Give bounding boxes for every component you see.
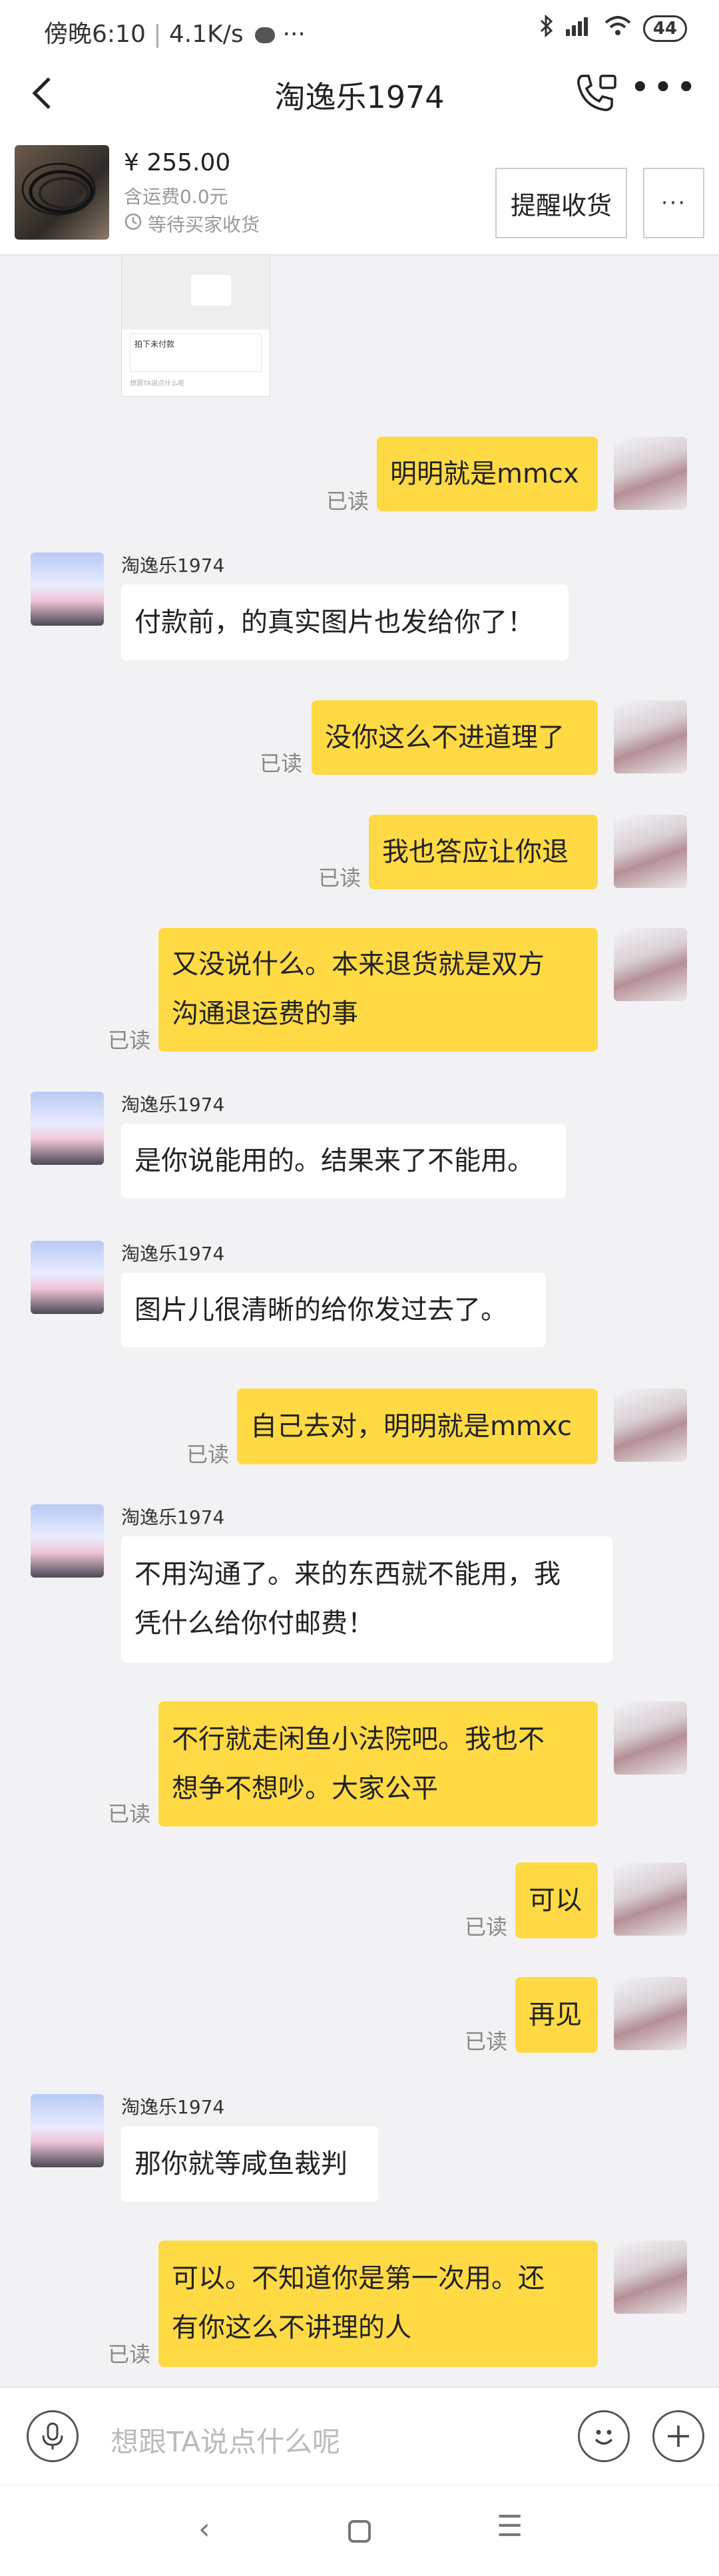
read-status: 已读 xyxy=(108,1801,151,1826)
input-bar: 想跟TA说点什么呢 xyxy=(0,2386,719,2485)
clock-icon xyxy=(124,212,142,236)
my-avatar[interactable] xyxy=(614,700,687,773)
order-status-text: 等待买家收货 xyxy=(148,214,260,236)
screenshot-message[interactable]: 拍下未付款 想跟TA说点什么呢 xyxy=(121,254,270,397)
message-line: 凭什么给你付邮费！ xyxy=(134,1608,374,1639)
read-status: 已读 xyxy=(108,1028,151,1053)
wechat-icon xyxy=(255,27,276,43)
microphone-icon xyxy=(42,2422,63,2450)
my-avatar[interactable] xyxy=(614,815,687,888)
sender-name: 淘逸乐1974 xyxy=(121,1506,225,1528)
seller-avatar[interactable] xyxy=(31,1092,104,1165)
screenshot-image-area xyxy=(122,255,270,329)
plus-icon xyxy=(668,2426,689,2447)
sender-name: 淘逸乐1974 xyxy=(121,2096,225,2118)
order-status: 等待买家收货 xyxy=(124,210,260,237)
screenshot-thumb xyxy=(191,275,231,306)
read-status: 已读 xyxy=(186,1442,230,1467)
message-bubble-other[interactable]: 图片儿很清晰的给你发过去了。 xyxy=(121,1273,546,1347)
smiley-icon xyxy=(595,2430,613,2445)
message-bubble-me[interactable]: 再见 xyxy=(515,1977,598,2053)
message-line: 有你这么不讲理的人 xyxy=(172,2312,411,2343)
add-attachment-button[interactable] xyxy=(652,2410,704,2462)
battery-icon: 44 xyxy=(642,15,687,42)
seller-avatar[interactable] xyxy=(31,1504,104,1578)
my-avatar[interactable] xyxy=(614,928,687,1001)
message-bubble-me[interactable]: 我也答应让你退 xyxy=(369,815,598,889)
system-nav-bar: ‹ ☰ xyxy=(0,2485,719,2576)
message-bubble-other[interactable]: 不用沟通了。来的东西就不能用，我 凭什么给你付邮费！ xyxy=(121,1536,612,1663)
read-status: 已读 xyxy=(465,1914,508,1940)
product-thumbnail[interactable] xyxy=(15,145,109,240)
message-line: 可以。不知道你是第一次用。还 xyxy=(172,2263,545,2294)
message-bubble-me[interactable]: 自己去对，明明就是mmxc xyxy=(237,1389,598,1464)
my-avatar[interactable] xyxy=(614,1977,687,2050)
sender-name: 淘逸乐1974 xyxy=(121,1094,225,1116)
message-line: 不用沟通了。来的东西就不能用，我 xyxy=(134,1559,561,1590)
seller-avatar[interactable] xyxy=(31,1241,104,1314)
status-left: 傍晚6:10 | 4.1K/s ··· xyxy=(44,21,306,48)
phone-icon xyxy=(577,75,616,111)
message-input[interactable]: 想跟TA说点什么呢 xyxy=(111,2420,340,2460)
read-status: 已读 xyxy=(260,751,303,776)
status-right: 44 xyxy=(539,14,687,43)
message-line: 又没说什么。本来退货就是双方 xyxy=(172,949,545,980)
message-bubble-me[interactable]: 可以 xyxy=(515,1862,598,1938)
message-bubble-me[interactable]: 没你这么不进道理了 xyxy=(312,700,598,775)
call-button[interactable] xyxy=(573,69,619,118)
message-line: 想争不想吵。大家公平 xyxy=(172,1773,438,1804)
my-avatar[interactable] xyxy=(614,437,687,510)
emoji-button[interactable] xyxy=(578,2410,630,2462)
read-status: 已读 xyxy=(108,2342,151,2367)
shipping-info: 含运费0.0元 xyxy=(124,186,228,208)
nav-menu-button[interactable]: ☰ xyxy=(497,2509,523,2543)
message-bubble-other[interactable]: 那你就等咸鱼裁判 xyxy=(121,2126,378,2202)
status-more: ··· xyxy=(282,21,306,48)
voice-button[interactable] xyxy=(27,2410,79,2462)
wifi-icon xyxy=(604,16,631,41)
message-bubble-other[interactable]: 是你说能用的。结果来了不能用。 xyxy=(121,1124,566,1198)
bluetooth-icon xyxy=(539,14,554,43)
seller-avatar[interactable] xyxy=(31,2094,104,2167)
message-bubble-other[interactable]: 付款前，的真实图片也发给你了！ xyxy=(121,584,569,660)
message-bubble-me[interactable]: 明明就是mmcx xyxy=(377,437,598,511)
read-status: 已读 xyxy=(326,489,369,514)
sender-name: 淘逸乐1974 xyxy=(121,554,225,576)
title-bar: 淘逸乐1974 ••• xyxy=(0,61,719,129)
more-options-button[interactable]: ••• xyxy=(630,68,699,108)
status-speed: 4.1K/s xyxy=(168,21,244,48)
message-line: 沟通退运费的事 xyxy=(172,998,358,1029)
my-avatar[interactable] xyxy=(614,2241,687,2314)
remind-receipt-button[interactable]: 提醒收货 xyxy=(495,168,627,238)
signal-icon xyxy=(565,16,593,41)
cable-image xyxy=(21,162,96,216)
read-status: 已读 xyxy=(318,865,361,891)
status-bar: 傍晚6:10 | 4.1K/s ··· 44 xyxy=(0,0,719,61)
my-avatar[interactable] xyxy=(614,1701,687,1775)
nav-home-button[interactable] xyxy=(348,2520,371,2543)
screenshot-card-title: 拍下未付款 xyxy=(134,339,175,349)
message-bubble-me[interactable]: 可以。不知道你是第一次用。还 有你这么不讲理的人 xyxy=(158,2241,598,2367)
seller-avatar[interactable] xyxy=(31,552,104,626)
message-bubble-me[interactable]: 又没说什么。本来退货就是双方 沟通退运费的事 xyxy=(158,928,598,1052)
screenshot-card: 拍下未付款 xyxy=(130,333,262,372)
product-bar: ¥ 255.00 含运费0.0元 等待买家收货 提醒收货 ··· xyxy=(0,129,719,256)
my-avatar[interactable] xyxy=(614,1389,687,1462)
sender-name: 淘逸乐1974 xyxy=(121,1243,225,1265)
read-status: 已读 xyxy=(465,2029,508,2054)
screenshot-input-hint: 想跟TA说点什么呢 xyxy=(130,380,185,387)
my-avatar[interactable] xyxy=(614,1862,687,1936)
nav-back-button[interactable]: ‹ xyxy=(198,2512,210,2546)
product-price: ¥ 255.00 xyxy=(124,149,231,176)
product-more-button[interactable]: ··· xyxy=(643,168,704,238)
message-line: 不行就走闲鱼小法院吧。我也不 xyxy=(172,1724,545,1755)
status-time: 傍晚6:10 xyxy=(44,21,146,48)
message-bubble-me[interactable]: 不行就走闲鱼小法院吧。我也不 想争不想吵。大家公平 xyxy=(158,1701,598,1826)
